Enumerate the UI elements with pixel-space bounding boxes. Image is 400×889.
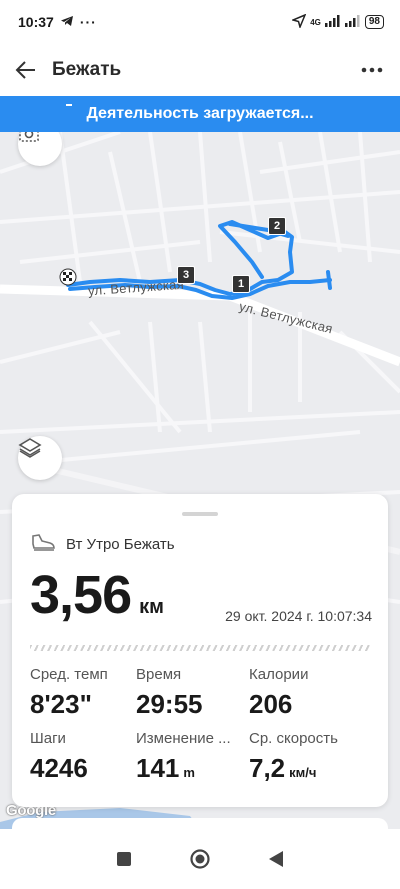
split-marker-1[interactable]: 1	[232, 275, 250, 293]
stat-avg-speed: Ср. скорость 7,2 км/ч	[249, 730, 338, 784]
stat-label: Сред. темп	[30, 666, 108, 683]
square-icon	[117, 852, 131, 866]
stat-value: 8'23"	[30, 689, 92, 719]
loading-text: Деятельность загружается...	[86, 105, 314, 122]
stat-avg-pace: Сред. темп 8'23"	[30, 666, 108, 720]
banner-dot	[66, 104, 72, 106]
status-time: 10:37	[18, 14, 54, 30]
back-arrow-icon	[15, 61, 35, 79]
app-bar: Бежать	[0, 44, 400, 96]
telegram-icon	[60, 14, 74, 30]
recents-button[interactable]	[104, 839, 144, 879]
distance-value: 3,56	[30, 565, 132, 625]
activity-summary-card[interactable]: Вт Утро Бежать 3,56 км 29 окт. 2024 г. 1…	[12, 494, 388, 807]
stat-value: 4246	[30, 753, 88, 783]
running-shoe-icon	[30, 532, 56, 557]
stat-label: Шаги	[30, 730, 66, 747]
stat-value: 206	[249, 689, 293, 719]
circle-icon	[190, 849, 210, 869]
activity-datetime: 29 окт. 2024 г. 10:07:34	[225, 608, 372, 624]
triangle-back-icon	[269, 851, 283, 867]
stat-elevation-change: Изменение ... 141 m	[136, 730, 231, 784]
back-button[interactable]	[0, 44, 52, 96]
split-marker-2[interactable]: 2	[268, 217, 286, 235]
page-title: Бежать	[52, 59, 122, 80]
map-layers-button[interactable]	[18, 436, 62, 480]
split-marker-3[interactable]: 3	[177, 266, 195, 284]
network-label: 4G	[310, 17, 321, 27]
more-dots-icon	[361, 67, 383, 73]
more-options-button[interactable]	[344, 44, 400, 96]
dashed-divider	[30, 645, 370, 651]
back-nav-button[interactable]	[256, 839, 296, 879]
signal-icon	[324, 14, 341, 30]
stat-value: 29:55	[136, 689, 203, 719]
camera-icon	[19, 132, 39, 142]
distance-display: 3,56 км	[30, 564, 164, 626]
status-bar: 10:37 ··· 4G 98	[0, 0, 400, 44]
signal-icon-2	[344, 14, 361, 30]
activity-name: Вт Утро Бежать	[66, 536, 175, 553]
more-notifications-icon: ···	[79, 14, 97, 30]
start-flag-icon	[59, 268, 77, 286]
stat-value: 141 m	[136, 753, 195, 783]
stat-label: Время	[136, 666, 182, 683]
home-button[interactable]	[180, 839, 220, 879]
location-icon	[290, 13, 307, 31]
stat-steps: Шаги 4246	[30, 730, 88, 784]
activity-header: Вт Утро Бежать	[30, 532, 175, 557]
stat-label: Изменение ...	[136, 730, 231, 747]
system-nav-bar	[0, 829, 400, 889]
battery-indicator: 98	[364, 15, 384, 29]
stat-label: Ср. скорость	[249, 730, 338, 747]
loading-banner: Деятельность загружается...	[0, 96, 400, 132]
stat-calories: Калории 206	[249, 666, 308, 720]
stat-time: Время 29:55	[136, 666, 203, 720]
layers-icon	[18, 438, 42, 458]
distance-unit: км	[139, 596, 164, 618]
stat-label: Калории	[249, 666, 309, 683]
stat-value: 7,2 км/ч	[249, 753, 317, 783]
drag-handle[interactable]	[182, 512, 218, 516]
